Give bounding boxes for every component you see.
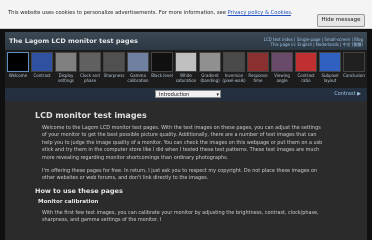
test-thumbnail-label: Contrast: [33, 73, 51, 78]
top-links[interactable]: LCD test index | Single-page | Small-scr…: [264, 37, 363, 47]
test-thumbnail-label: Black level: [151, 73, 173, 78]
top-links-line2[interactable]: This page in: English | Nederlands | 中文 …: [264, 42, 363, 47]
subsection-heading: Monitor calibration: [38, 199, 99, 205]
test-thumbnail-image: [55, 52, 77, 72]
page-select-value: Introduction: [159, 92, 190, 98]
test-thumbnail-label: Welcome: [8, 73, 28, 78]
test-thumbnail-label: Response time: [248, 73, 268, 83]
test-thumbnail[interactable]: Conclusion: [343, 52, 365, 86]
test-thumbnail-image: [343, 52, 365, 72]
copyright-paragraph: I'm offering these pages for free. In re…: [42, 168, 318, 182]
test-thumbnail-label: Conclusion: [343, 73, 365, 78]
test-thumbnail-label: Display settings: [58, 73, 74, 83]
test-thumbnail[interactable]: Display settings: [55, 52, 77, 86]
test-thumbnail-image: [7, 52, 29, 72]
next-page-link[interactable]: Contrast ▶: [334, 91, 361, 97]
test-thumbnail-image: [247, 52, 269, 72]
test-thumbnail-label: Gradient (banding): [200, 73, 220, 83]
test-thumbnail[interactable]: Contrast ratio: [295, 52, 317, 86]
test-thumbnail[interactable]: Subpixel layout: [319, 52, 341, 86]
test-thumbnail-label: Sharpness: [103, 73, 125, 78]
test-thumbnail[interactable]: Welcome: [7, 52, 29, 86]
test-thumbnail-label: Contrast ratio: [297, 73, 315, 83]
page-select[interactable]: Introduction ▾: [155, 90, 221, 98]
test-thumbnail-image: [151, 52, 173, 72]
page-title: LCD monitor test images: [35, 111, 147, 120]
test-thumbnail[interactable]: Contrast: [31, 52, 53, 86]
test-thumbnail-label: White saturation: [175, 73, 197, 83]
cookie-banner: This website uses cookies to personalize…: [0, 0, 372, 29]
main-content: LCD monitor test images Welcome to the L…: [5, 101, 367, 240]
test-thumbnail-label: Clock and phase: [80, 73, 100, 83]
test-thumbnail[interactable]: Inversion (pixel-walk): [222, 52, 246, 86]
site-title: The Lagom LCD monitor test pages: [9, 37, 138, 45]
test-thumbnail-image: [127, 52, 149, 72]
test-thumbnail-image: [79, 52, 101, 72]
test-thumbnail[interactable]: Sharpness: [103, 52, 125, 86]
test-thumbnail-image: [31, 52, 53, 72]
page-navigation: Introduction ▾ Contrast ▶: [5, 88, 367, 101]
section-heading: How to use these pages: [35, 187, 123, 195]
test-thumbnail[interactable]: Gamma calibration: [127, 52, 149, 86]
test-thumbnail-image: [319, 52, 341, 72]
cookie-text: This website uses cookies to personalize…: [8, 10, 228, 16]
test-thumbnail-strip: Welcome Contrast Display settings Clock and…: [5, 50, 367, 88]
test-thumbnail-image: [295, 52, 317, 72]
test-thumbnail-image: [271, 52, 293, 72]
test-thumbnail[interactable]: Black level: [151, 52, 173, 86]
test-thumbnail-label: Gamma calibration: [127, 73, 149, 83]
test-thumbnail[interactable]: Gradient (banding): [199, 52, 221, 86]
chevron-down-icon: ▾: [216, 92, 219, 98]
calibration-paragraph: With the first few test images, you can …: [42, 210, 319, 224]
privacy-policy-link[interactable]: Privacy policy & Cookies: [228, 10, 291, 16]
test-thumbnail[interactable]: Clock and phase: [79, 52, 101, 86]
intro-paragraph: Welcome to the Lagom LCD monitor test pa…: [42, 125, 323, 161]
test-thumbnail-image: [175, 52, 197, 72]
test-thumbnail[interactable]: Response time: [247, 52, 269, 86]
test-thumbnail-label: Inversion (pixel-walk): [222, 73, 246, 83]
test-thumbnail-label: Viewing angle: [274, 73, 290, 83]
site-container: The Lagom LCD monitor test pages LCD tes…: [5, 32, 367, 240]
test-thumbnail-image: [103, 52, 125, 72]
test-thumbnail-label: Subpixel layout: [321, 73, 339, 83]
test-thumbnail-image: [199, 52, 221, 72]
site-header: The Lagom LCD monitor test pages LCD tes…: [5, 32, 367, 50]
hide-message-button[interactable]: Hide message: [317, 14, 365, 27]
cookie-message: This website uses cookies to personalize…: [8, 10, 293, 16]
test-thumbnail-image: [223, 52, 245, 72]
test-thumbnail[interactable]: Viewing angle: [271, 52, 293, 86]
test-thumbnail[interactable]: White saturation: [175, 52, 197, 86]
